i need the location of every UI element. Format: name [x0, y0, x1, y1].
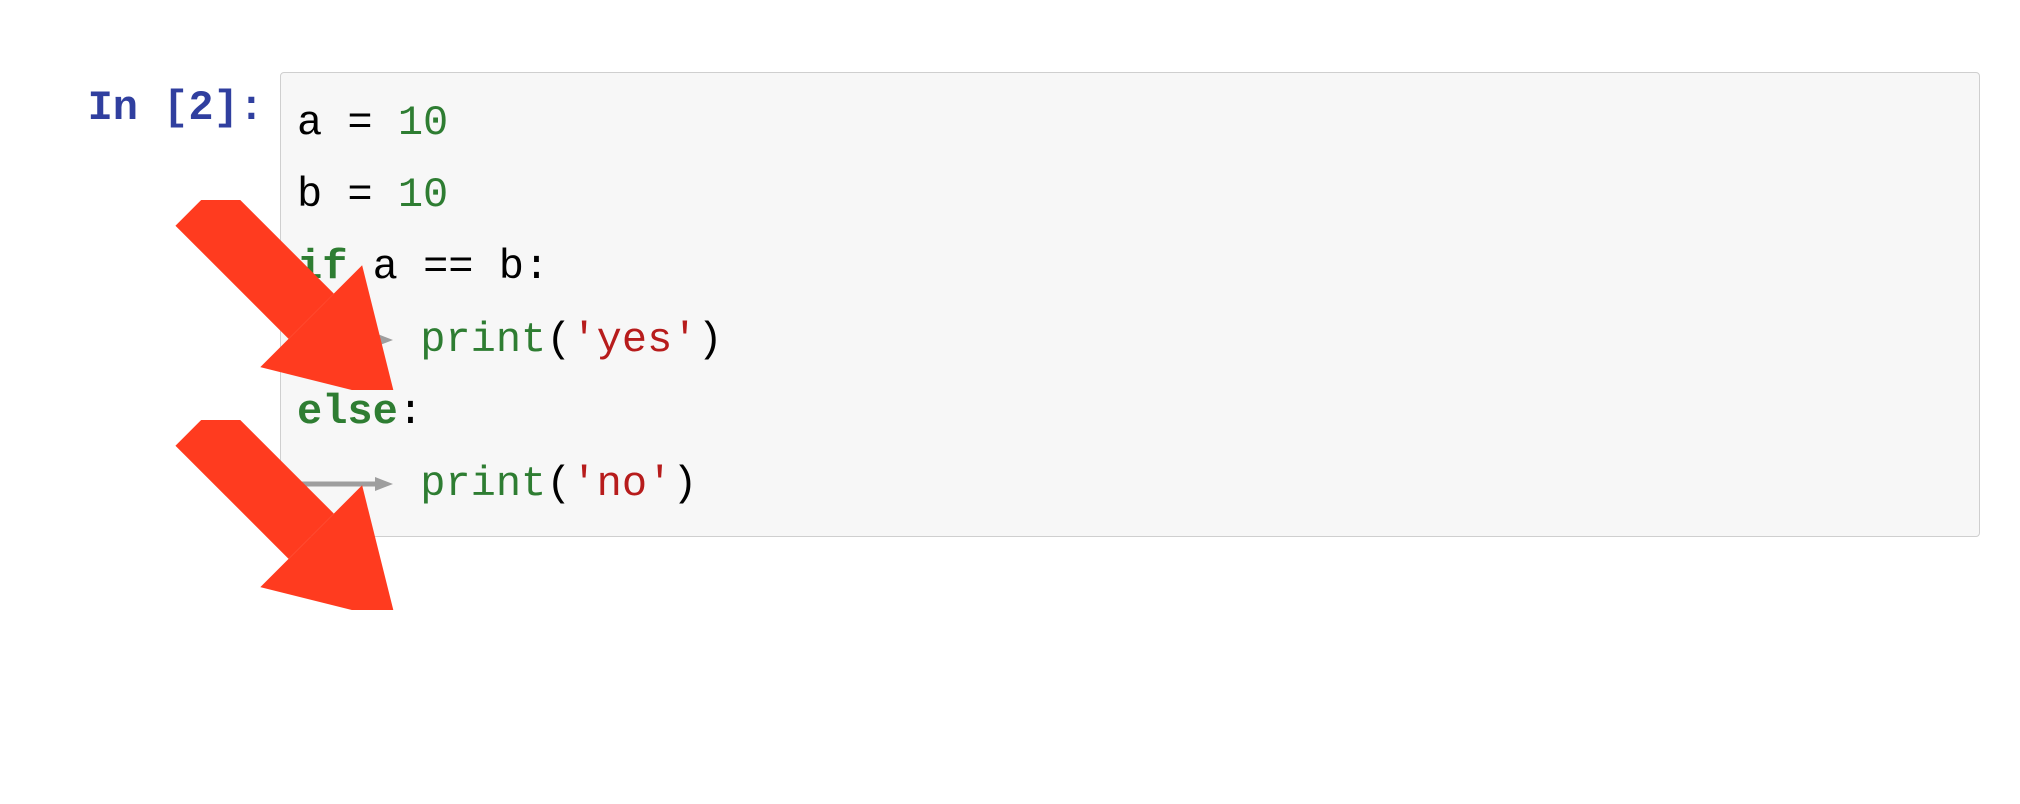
tok-colon: : — [398, 388, 423, 436]
tok-variable: b — [499, 243, 524, 291]
tok-string: 'no' — [571, 460, 672, 508]
notebook-cell: In [2]: a = 10 b = 10 if a == b: print('… — [40, 72, 1980, 537]
tok-string: 'yes' — [571, 316, 697, 364]
tok-space — [347, 243, 372, 291]
code-line-3: if a == b: — [297, 231, 1963, 303]
tok-number: 10 — [398, 99, 448, 147]
code-line-2: b = 10 — [297, 159, 1963, 231]
code-line-5: else: — [297, 376, 1963, 448]
code-line-4: print('yes') — [297, 304, 1963, 376]
input-prompt: In [2]: — [40, 72, 280, 132]
tok-function: print — [420, 316, 546, 364]
tok-paren-close: ) — [672, 460, 697, 508]
tok-operator: = — [322, 99, 398, 147]
code-line-6: print('no') — [297, 448, 1963, 520]
tab-indicator-icon — [297, 331, 395, 349]
tok-paren-open: ( — [546, 316, 571, 364]
tok-operator: = — [322, 171, 398, 219]
tok-variable: a — [297, 99, 322, 147]
tok-function: print — [420, 460, 546, 508]
tok-variable: a — [373, 243, 398, 291]
tok-operator: == — [398, 243, 499, 291]
tok-keyword: if — [297, 243, 347, 291]
tab-indicator-icon — [297, 475, 395, 493]
tok-paren-open: ( — [546, 460, 571, 508]
code-line-1: a = 10 — [297, 87, 1963, 159]
tok-paren-close: ) — [698, 316, 723, 364]
code-input-area[interactable]: a = 10 b = 10 if a == b: print('yes') el… — [280, 72, 1980, 537]
tok-colon: : — [524, 243, 549, 291]
tok-number: 10 — [398, 171, 448, 219]
prompt-label: In [2]: — [88, 84, 264, 132]
tok-variable: b — [297, 171, 322, 219]
tok-keyword: else — [297, 388, 398, 436]
